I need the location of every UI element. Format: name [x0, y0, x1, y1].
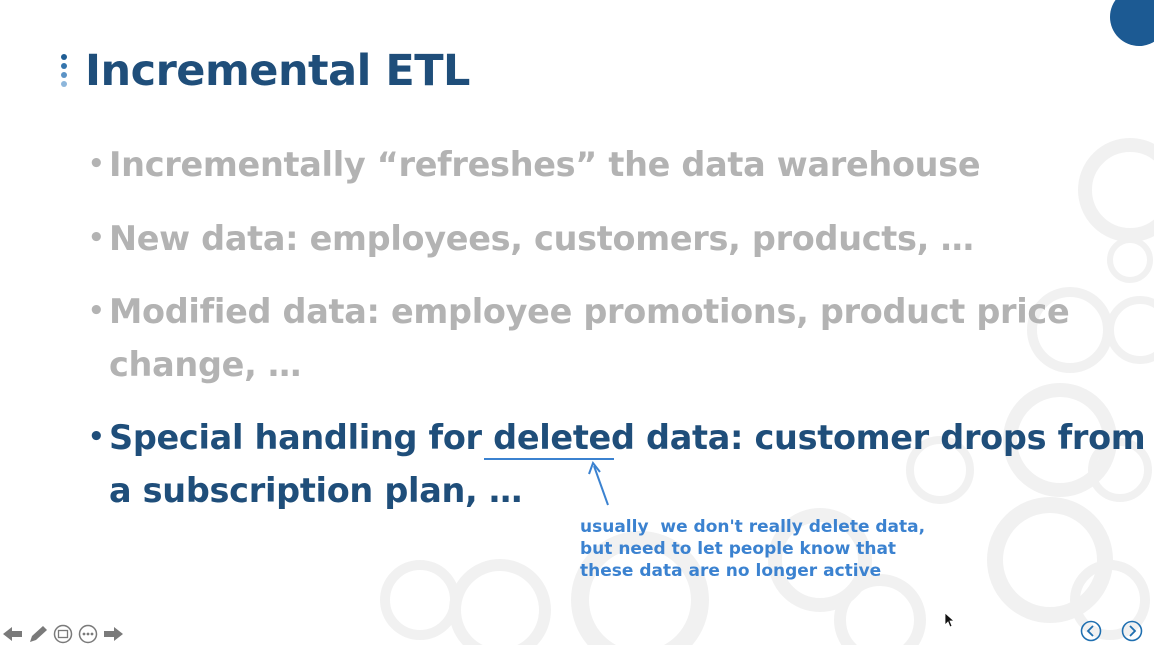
arrow-right-icon[interactable]	[102, 624, 123, 644]
bullet-dot: •	[88, 422, 105, 452]
presentation-toolbar	[2, 624, 123, 644]
bullet-dot: •	[88, 296, 105, 326]
bullet-text: Incrementally “refreshes” the data wareh…	[109, 145, 981, 184]
bullet-text-line-1: Special handling for deleted data: custo…	[109, 418, 1146, 457]
next-slide-icon[interactable]	[1121, 620, 1143, 642]
bullet-text: New data: employees, customers, products…	[109, 219, 974, 258]
bullet-dot: •	[88, 223, 105, 253]
title-dots-decoration	[61, 54, 69, 94]
bullet-item: • New data: employees, customers, produc…	[88, 212, 974, 265]
arrow-left-icon[interactable]	[2, 624, 23, 644]
slides-icon[interactable]	[52, 624, 73, 644]
bullet-text-line-1: Modified data: employee promotions, prod…	[109, 292, 1070, 331]
previous-slide-icon[interactable]	[1080, 620, 1102, 642]
bullet-text-line-2: a subscription plan, …	[109, 471, 523, 510]
bullet-dot: •	[88, 149, 105, 179]
bullet-item-active: • Special handling for deleted data: cus…	[88, 411, 1146, 517]
more-icon[interactable]	[77, 624, 98, 644]
mouse-cursor-icon	[944, 612, 956, 628]
bullet-text-line-2: change, …	[109, 345, 302, 384]
slide-title: Incremental ETL	[85, 46, 470, 96]
annotation-note: usually we don't really delete data, but…	[580, 517, 926, 581]
bullet-item: • Incrementally “refreshes” the data war…	[88, 138, 981, 191]
pen-icon[interactable]	[27, 624, 48, 644]
bullet-item: • Modified data: employee promotions, pr…	[88, 285, 1070, 391]
